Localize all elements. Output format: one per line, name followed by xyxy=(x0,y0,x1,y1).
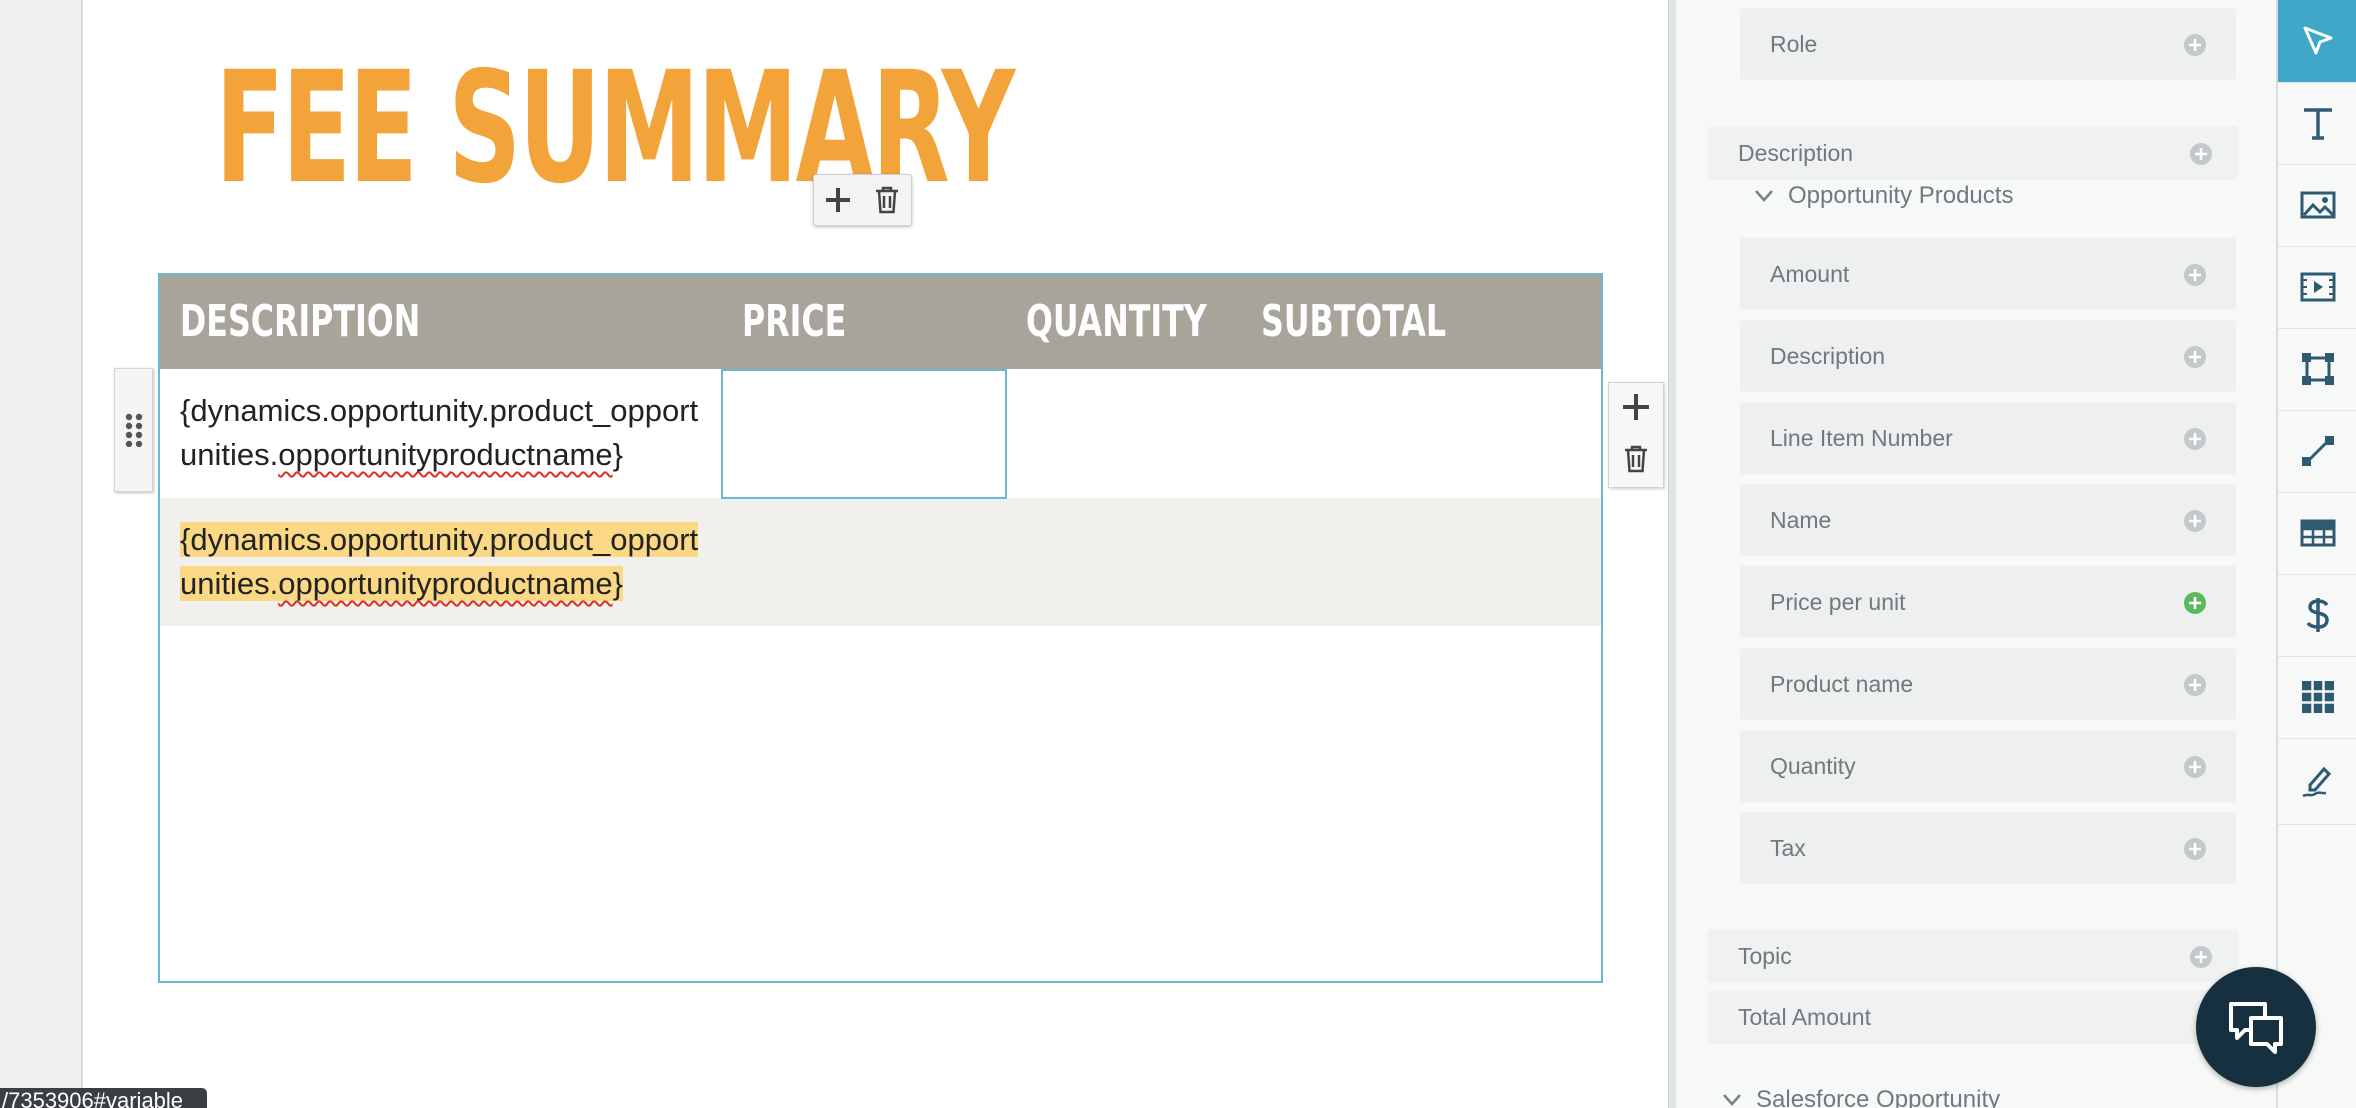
description-cell[interactable]: {dynamics.opportunity.product_opport uni… xyxy=(180,389,710,477)
header-price[interactable]: PRICE xyxy=(742,275,846,369)
tool-shape[interactable] xyxy=(2278,328,2356,411)
cursor-icon xyxy=(2303,26,2333,55)
help-chat-button[interactable] xyxy=(2196,967,2316,1087)
add-block-button[interactable] xyxy=(821,183,855,217)
video-icon xyxy=(2300,272,2336,302)
trash-icon xyxy=(875,186,898,214)
variable-name[interactable]: Name xyxy=(1740,484,2236,556)
tool-line[interactable] xyxy=(2278,410,2356,493)
add-circle-icon[interactable] xyxy=(2184,34,2206,56)
opportunity-products-toggle[interactable]: Opportunity Products xyxy=(1754,182,2013,210)
tool-select[interactable] xyxy=(2278,0,2356,83)
pricing-table[interactable]: DESCRIPTION PRICE QUANTITY SUBTOTAL {dyn… xyxy=(158,273,1603,983)
variable-quantity[interactable]: Quantity xyxy=(1740,730,2236,802)
chat-icon xyxy=(2229,1002,2283,1054)
variable-group-description[interactable]: Description xyxy=(1708,126,2238,180)
variable-tax[interactable]: Tax xyxy=(1740,812,2236,884)
grid-icon xyxy=(2302,681,2334,713)
tool-video[interactable] xyxy=(2278,246,2356,329)
title-toolbar xyxy=(813,174,912,226)
header-description[interactable]: DESCRIPTION xyxy=(180,275,420,369)
plus-icon xyxy=(1623,394,1649,420)
add-circle-icon[interactable] xyxy=(2190,143,2212,165)
variable-line-item-number[interactable]: Line Item Number xyxy=(1740,402,2236,474)
variable-description[interactable]: Description xyxy=(1740,320,2236,392)
add-circle-icon[interactable] xyxy=(2184,428,2206,450)
description-cell-highlighted[interactable]: {dynamics.opportunity.product_opport uni… xyxy=(180,518,710,606)
header-quantity[interactable]: QUANTITY xyxy=(1026,275,1207,369)
header-subtotal[interactable]: SUBTOTAL xyxy=(1261,275,1446,369)
editor-canvas: FEE SUMMARY DESCRIPTION PRICE QUANTITY S… xyxy=(0,0,1671,1108)
shape-icon xyxy=(2302,353,2334,385)
plus-icon xyxy=(826,188,851,212)
variable-role[interactable]: Role xyxy=(1740,8,2236,80)
variable-total-amount[interactable]: Total Amount xyxy=(1708,990,2238,1044)
delete-block-button[interactable] xyxy=(870,183,904,217)
tool-rail xyxy=(2276,0,2356,1108)
chevron-down-icon xyxy=(1755,190,1773,202)
add-circle-icon[interactable] xyxy=(2184,264,2206,286)
add-circle-icon[interactable] xyxy=(2190,946,2212,968)
variables-panel: Role Description Opportunity Products Am… xyxy=(1676,0,2276,1108)
tool-signature[interactable] xyxy=(2278,738,2356,825)
row-drag-handle[interactable] xyxy=(114,368,153,492)
panel-resize-handle[interactable] xyxy=(1668,0,1676,1108)
variable-topic[interactable]: Topic xyxy=(1708,929,2238,983)
misspelled-token: opportunityproductname xyxy=(278,437,613,472)
variable-price-per-unit[interactable]: Price per unit xyxy=(1740,566,2236,638)
tool-table[interactable] xyxy=(2278,492,2356,575)
add-circle-icon[interactable] xyxy=(2184,756,2206,778)
tool-text[interactable] xyxy=(2278,82,2356,165)
add-row-button[interactable] xyxy=(1620,391,1652,428)
table-header-row: DESCRIPTION PRICE QUANTITY SUBTOTAL xyxy=(160,275,1601,369)
drag-grip-icon xyxy=(125,413,142,447)
add-circle-icon[interactable] xyxy=(2184,674,2206,696)
misspelled-token: opportunityproductname xyxy=(278,566,613,601)
text-icon xyxy=(2304,108,2332,140)
add-circle-icon-active[interactable] xyxy=(2184,592,2206,614)
selected-price-cell[interactable] xyxy=(721,369,1007,499)
variable-product-name[interactable]: Product name xyxy=(1740,648,2236,720)
chevron-down-icon xyxy=(1723,1094,1741,1106)
row-controls xyxy=(1608,382,1664,488)
tool-image[interactable] xyxy=(2278,164,2356,247)
variable-amount[interactable]: Amount xyxy=(1740,238,2236,310)
table-row[interactable]: {dynamics.opportunity.product_opport uni… xyxy=(160,498,1601,626)
salesforce-opportunity-toggle[interactable]: Salesforce Opportunity xyxy=(1722,1086,2000,1108)
trash-icon xyxy=(1625,445,1647,473)
line-icon xyxy=(2302,436,2334,466)
delete-row-button[interactable] xyxy=(1623,444,1649,479)
add-circle-icon[interactable] xyxy=(2184,346,2206,368)
status-url-tooltip: /7353906#variable xyxy=(0,1088,207,1108)
tool-grid[interactable] xyxy=(2278,656,2356,739)
dollar-icon xyxy=(2306,598,2329,632)
tool-pricing[interactable] xyxy=(2278,574,2356,657)
image-icon xyxy=(2300,191,2336,219)
table-icon xyxy=(2300,519,2336,547)
add-circle-icon[interactable] xyxy=(2184,510,2206,532)
signature-icon xyxy=(2302,766,2332,798)
add-circle-icon[interactable] xyxy=(2184,838,2206,860)
